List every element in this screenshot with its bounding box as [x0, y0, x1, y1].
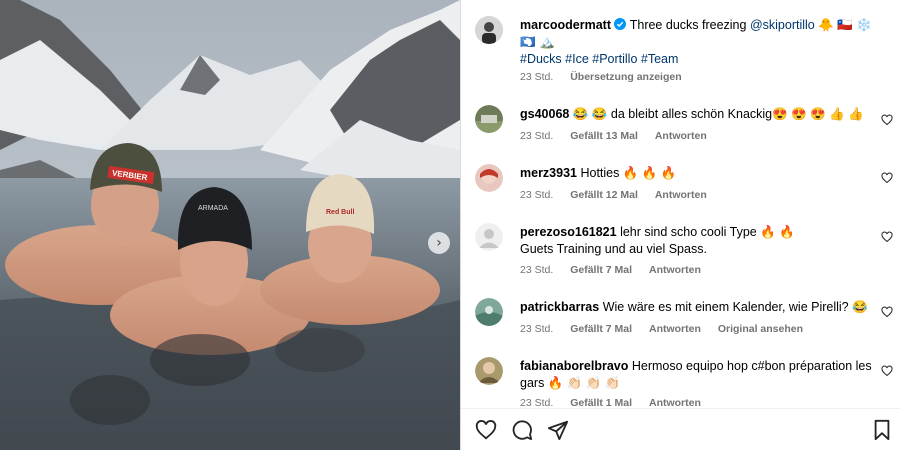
- view-original-button[interactable]: Original ansehen: [718, 323, 803, 335]
- comment-text: patrickbarras Wie wäre es mit einem Kale…: [520, 299, 872, 316]
- like-comment-heart-icon[interactable]: [881, 306, 893, 318]
- comment-meta: 23 Std. Gefällt 12 Mal Antworten: [520, 189, 721, 201]
- next-photo-button[interactable]: ›: [428, 232, 450, 254]
- translate-link[interactable]: Übersetzung anzeigen: [570, 71, 681, 83]
- comment-body-line2: gars 🔥 👏🏻 👏🏻 👏🏻: [520, 376, 621, 390]
- post-action-bar: [461, 408, 900, 450]
- comment-username[interactable]: perezoso161821: [520, 225, 617, 239]
- comment-body: Hermoso equipo hop c#bon préparation les: [631, 359, 872, 373]
- comment-text: merz3931 Hotties 🔥 🔥 🔥: [520, 165, 872, 182]
- hashtags[interactable]: #Ducks #Ice #Portillo #Team: [520, 52, 678, 66]
- commenter-avatar[interactable]: [475, 105, 503, 133]
- comment-body: lehr sind scho cooli Type 🔥 🔥: [620, 225, 795, 239]
- like-comment-heart-icon[interactable]: [881, 365, 893, 377]
- reply-button[interactable]: Antworten: [655, 130, 707, 142]
- comment-likes[interactable]: Gefällt 7 Mal: [570, 323, 632, 335]
- comment-time: 23 Std.: [520, 264, 554, 276]
- caption-time: 23 Std.: [520, 71, 554, 83]
- commenter-avatar[interactable]: [475, 357, 503, 385]
- comment-meta: 23 Std. Gefällt 13 Mal Antworten: [520, 130, 721, 142]
- heart-outline-icon[interactable]: [475, 419, 497, 441]
- reply-button[interactable]: Antworten: [649, 397, 701, 408]
- comment-meta: 23 Std. Gefällt 7 Mal Antworten: [520, 264, 715, 276]
- paper-plane-icon[interactable]: [547, 419, 569, 441]
- comment-likes[interactable]: Gefällt 12 Mal: [570, 189, 638, 201]
- comment-time: 23 Std.: [520, 130, 554, 142]
- caption-emoji-2: 🇦🇶 🏔️: [520, 35, 555, 49]
- reply-button[interactable]: Antworten: [649, 264, 701, 276]
- caption-meta: 23 Std. Übersetzung anzeigen: [520, 71, 696, 83]
- like-comment-heart-icon[interactable]: [881, 114, 893, 126]
- like-comment-heart-icon[interactable]: [881, 231, 893, 243]
- photo-scene: VERBIER ARMADA Red Bull: [0, 0, 460, 450]
- comment-username[interactable]: gs40068: [520, 107, 569, 121]
- commenter-avatar[interactable]: [475, 164, 503, 192]
- comment-username[interactable]: fabianaborelbravo: [520, 359, 628, 373]
- comment-likes[interactable]: Gefällt 13 Mal: [570, 130, 638, 142]
- comments-panel: marcoodermatt Three ducks freezing @skip…: [460, 0, 900, 450]
- like-comment-heart-icon[interactable]: [881, 172, 893, 184]
- beanie-label-redbull: Red Bull: [326, 209, 354, 216]
- comment-text: gs40068 😂 😂 da bleibt alles schön Knacki…: [520, 106, 872, 123]
- comment-username[interactable]: patrickbarras: [520, 300, 599, 314]
- comment-meta: 23 Std. Gefällt 7 Mal Antworten Original…: [520, 323, 817, 335]
- comment-meta: 23 Std. Gefällt 1 Mal Antworten: [520, 397, 715, 408]
- author-avatar[interactable]: [475, 16, 503, 44]
- author-username[interactable]: marcoodermatt: [520, 18, 611, 32]
- caption-emoji: 🐥 🇨🇱 ❄️: [818, 18, 872, 32]
- chevron-right-icon: ›: [436, 235, 442, 251]
- bookmark-icon[interactable]: [871, 419, 893, 441]
- comment-username[interactable]: merz3931: [520, 166, 577, 180]
- comment-time: 23 Std.: [520, 189, 554, 201]
- verified-badge-icon: [614, 18, 627, 30]
- reply-button[interactable]: Antworten: [655, 189, 707, 201]
- post-photo[interactable]: VERBIER ARMADA Red Bull ›: [0, 0, 460, 450]
- beanie-label-armada: ARMADA: [198, 205, 228, 212]
- comment-time: 23 Std.: [520, 397, 554, 408]
- comment-likes[interactable]: Gefällt 7 Mal: [570, 264, 632, 276]
- comment-body: Wie wäre es mit einem Kalender, wie Pire…: [602, 300, 868, 314]
- comment-body-line2: Guets Training und au viel Spass.: [520, 242, 707, 256]
- mention-link[interactable]: @skiportillo: [750, 18, 815, 32]
- comment-text: fabianaborelbravo Hermoso equipo hop c#b…: [520, 358, 872, 392]
- caption-text: Three ducks freezing: [629, 18, 747, 32]
- comment-time: 23 Std.: [520, 323, 554, 335]
- comment-text: perezoso161821 lehr sind scho cooli Type…: [520, 224, 872, 258]
- post-caption: marcoodermatt Three ducks freezing @skip…: [520, 17, 872, 68]
- commenter-avatar[interactable]: [475, 298, 503, 326]
- comment-body: 😂 😂 da bleibt alles schön Knackig😍 😍 😍 👍…: [572, 107, 864, 121]
- comment-body: Hotties 🔥 🔥 🔥: [580, 166, 677, 180]
- comment-likes[interactable]: Gefällt 1 Mal: [570, 397, 632, 408]
- speech-bubble-icon[interactable]: [511, 419, 533, 441]
- comments-scroll[interactable]: marcoodermatt Three ducks freezing @skip…: [461, 0, 900, 408]
- commenter-avatar[interactable]: [475, 223, 503, 251]
- reply-button[interactable]: Antworten: [649, 323, 701, 335]
